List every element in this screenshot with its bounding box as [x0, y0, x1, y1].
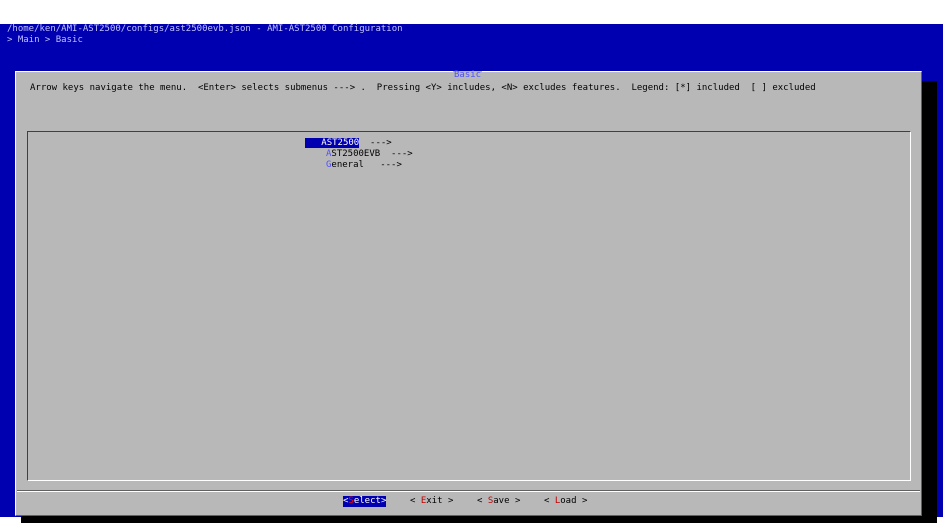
- button-divider: [17, 490, 920, 492]
- basic-dialog: Basic Arrow keys navigate the menu. <Ent…: [15, 71, 922, 516]
- menu-item-label: ST2500: [326, 138, 360, 148]
- load-button[interactable]: < Load >: [544, 496, 587, 507]
- button-label: elect: [353, 496, 381, 506]
- bracket: >: [442, 496, 454, 506]
- terminal-window: /home/ken/AMI-AST2500/configs/ast2500evb…: [0, 24, 943, 523]
- menu-item-hotkey: A: [321, 138, 327, 148]
- submenu-arrow: --->: [391, 149, 413, 159]
- breadcrumb: > Main > Basic: [7, 35, 83, 45]
- config-path-title: /home/ken/AMI-AST2500/configs/ast2500evb…: [7, 24, 403, 34]
- bracket: <: [544, 496, 555, 506]
- menu-item-ast2500[interactable]: AST2500 --->: [305, 138, 392, 149]
- menu-item-general[interactable]: General --->: [326, 160, 402, 171]
- menu-list: AST2500 ---> AST2500EVB ---> General ---…: [27, 131, 911, 481]
- bracket: >: [576, 496, 588, 506]
- button-label: oad: [560, 496, 577, 506]
- help-text: Arrow keys navigate the menu. <Enter> se…: [30, 83, 816, 93]
- exit-button[interactable]: < Exit >: [410, 496, 453, 507]
- select-button[interactable]: <Select>: [343, 496, 387, 507]
- bracket: <: [477, 496, 488, 506]
- bracket: >: [380, 496, 387, 506]
- menu-item-label: ST2500EVB: [331, 149, 381, 159]
- button-label: xit: [426, 496, 443, 506]
- submenu-arrow: --->: [370, 138, 392, 148]
- button-label: ave: [493, 496, 510, 506]
- save-button[interactable]: < Save >: [477, 496, 520, 507]
- selection-pad: [305, 138, 322, 148]
- menu-item-ast2500evb[interactable]: AST2500EVB --->: [326, 149, 413, 160]
- dialog-title: Basic: [453, 70, 483, 80]
- submenu-arrow: --->: [380, 160, 402, 170]
- bracket: <: [410, 496, 421, 506]
- bracket: >: [509, 496, 521, 506]
- menu-item-label: eneral: [331, 160, 364, 170]
